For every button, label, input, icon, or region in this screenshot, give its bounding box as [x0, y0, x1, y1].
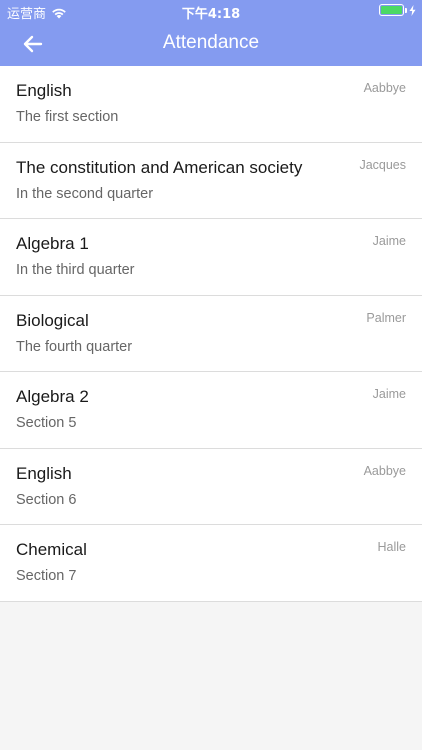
list-item[interactable]: Algebra 2 Section 5 Jaime — [0, 372, 422, 449]
course-title: English — [16, 81, 72, 100]
course-section: In the second quarter — [16, 185, 154, 202]
list-item[interactable]: Algebra 1 In the third quarter Jaime — [0, 219, 422, 296]
course-title: Algebra 1 — [16, 234, 89, 253]
page-title: Attendance — [162, 32, 260, 53]
teacher-name: Halle — [377, 540, 407, 554]
course-section: In the third quarter — [16, 262, 135, 278]
course-section: The first section — [16, 109, 119, 125]
teacher-name: Jaime — [372, 234, 406, 248]
course-title: Chemical — [16, 540, 87, 559]
battery-fill — [381, 6, 402, 14]
list-item[interactable]: The constitution and American society In… — [0, 143, 422, 219]
course-title: The constitution and American society — [16, 157, 303, 177]
course-section: The fourth quarter — [16, 338, 133, 355]
list-item[interactable]: English The first section Aabbye — [0, 66, 422, 143]
course-title: Algebra 2 — [16, 387, 89, 406]
teacher-name: Jacques — [359, 157, 406, 172]
status-time: 下午4:18 — [181, 7, 241, 22]
list-item[interactable]: Chemical Section 7 Halle — [0, 525, 422, 602]
battery-indicator — [379, 4, 416, 16]
status-bar: 运营商 下午4:18 — [0, 0, 422, 22]
course-section: Section 6 — [16, 491, 77, 508]
battery-tip — [405, 7, 407, 13]
nav-bar: Attendance — [0, 22, 422, 66]
teacher-name: Palmer — [366, 310, 406, 325]
teacher-name: Aabbye — [363, 81, 406, 95]
course-section: Section 5 — [16, 415, 77, 431]
course-title: English — [16, 463, 72, 483]
teacher-name: Jaime — [372, 387, 406, 401]
header: 运营商 下午4:18 Attendance — [0, 0, 422, 66]
charging-bolt-icon — [409, 4, 416, 16]
list-item[interactable]: Biological The fourth quarter Palmer — [0, 296, 422, 372]
teacher-name: Aabbye — [363, 463, 406, 478]
list-item[interactable]: English Section 6 Aabbye — [0, 449, 422, 525]
battery-icon — [379, 4, 404, 16]
attendance-list: English The first section Aabbye The con… — [0, 66, 422, 602]
course-section: Section 7 — [16, 568, 77, 584]
course-title: Biological — [16, 310, 89, 330]
